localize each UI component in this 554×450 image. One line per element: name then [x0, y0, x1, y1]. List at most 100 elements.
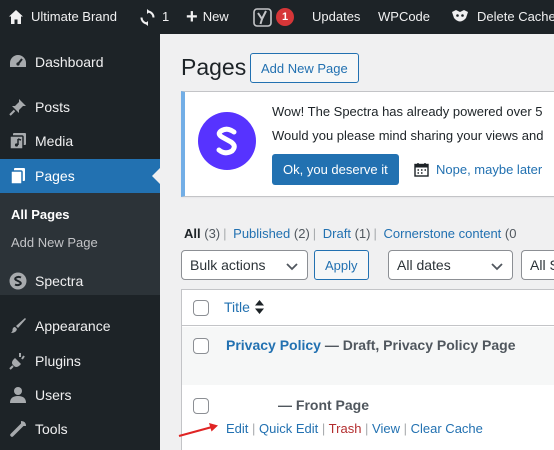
page-state: — Front Page — [278, 397, 370, 413]
filter-separator: | — [223, 226, 227, 241]
quick-edit-link[interactable]: Quick Edit — [259, 421, 318, 436]
sort-icon — [254, 300, 264, 314]
trash-link[interactable]: Trash — [329, 421, 362, 436]
spectra-logo-icon — [198, 112, 256, 170]
refresh-icon — [139, 8, 156, 26]
table-row: Privacy Policy — Draft, Privacy Policy P… — [182, 327, 554, 385]
column-title-label: Title — [224, 299, 250, 315]
menu-users-label: Users — [35, 387, 72, 403]
apply-button[interactable]: Apply — [314, 250, 369, 280]
bulk-actions-select[interactable]: Bulk actions — [181, 250, 308, 280]
bulk-actions-value: Bulk actions — [190, 257, 266, 273]
chevron-down-icon — [490, 259, 504, 276]
admin-sidebar: Dashboard Posts Media Pages All Pages Ad… — [0, 34, 160, 450]
wpcode-menu[interactable]: WPCode — [378, 0, 430, 34]
new-label: New — [202, 9, 229, 24]
yoast-icon — [253, 7, 272, 27]
wrench-icon — [8, 419, 28, 439]
filter-all[interactable]: All — [184, 226, 201, 241]
plugin-icon — [8, 351, 28, 371]
select-all-checkbox[interactable] — [193, 300, 209, 316]
seo-filter-select[interactable]: All S — [521, 250, 554, 280]
media-icon — [8, 131, 28, 151]
updates-menu[interactable]: 1 — [139, 0, 169, 34]
calendar-icon — [414, 162, 429, 177]
menu-spectra-label: Spectra — [35, 273, 84, 289]
home-icon — [8, 9, 24, 25]
menu-media-label: Media — [35, 133, 74, 149]
menu-tools[interactable]: Tools — [0, 412, 160, 446]
sort-by-title[interactable]: Title — [224, 299, 264, 315]
paintbrush-icon — [8, 316, 28, 336]
menu-appearance[interactable]: Appearance — [0, 309, 160, 343]
menu-spectra[interactable]: Spectra — [0, 264, 160, 298]
filter-draft[interactable]: Draft — [323, 226, 351, 241]
menu-media[interactable]: Media — [0, 124, 160, 158]
menu-tools-label: Tools — [35, 421, 68, 437]
spectra-review-notice: Wow! The Spectra has already powered ove… — [181, 91, 554, 197]
page-title-link[interactable]: Privacy Policy — [226, 337, 321, 353]
row-checkbox[interactable] — [193, 398, 209, 414]
cache-plugin-icon — [450, 9, 470, 25]
site-name-menu[interactable]: Ultimate Brand — [8, 0, 117, 34]
action-separator: | — [321, 421, 329, 436]
pin-icon — [8, 97, 28, 117]
date-filter-select[interactable]: All dates — [388, 250, 513, 280]
menu-plugins[interactable]: Plugins — [0, 344, 160, 378]
admin-bar: Ultimate Brand 1 + New 1 Updates WPCode … — [0, 0, 554, 34]
view-link[interactable]: View — [372, 421, 400, 436]
action-separator: | — [365, 421, 373, 436]
menu-dashboard[interactable]: Dashboard — [0, 45, 160, 79]
delete-cache-label: Delete Cache — [477, 9, 554, 24]
plus-icon: + — [186, 6, 198, 28]
yoast-menu[interactable]: 1 — [253, 0, 294, 34]
table-row: — Front Page Edit | Quick Edit | Trash |… — [182, 385, 554, 450]
add-new-page-button[interactable]: Add New Page — [250, 53, 359, 83]
notice-message-line1: Wow! The Spectra has already powered ove… — [272, 104, 543, 119]
new-content-menu[interactable]: + New — [186, 0, 229, 34]
review-accept-button[interactable]: Ok, you deserve it — [272, 154, 399, 185]
user-icon — [8, 385, 28, 405]
spectra-icon — [8, 271, 28, 291]
menu-dashboard-label: Dashboard — [35, 54, 104, 70]
notice-message-line2: Would you please mind sharing your views… — [272, 128, 544, 143]
page-title: Pages — [181, 54, 247, 80]
filter-separator: | — [373, 226, 377, 241]
filter-draft-count: (1) — [354, 226, 371, 241]
seo-filter-value: All S — [530, 257, 554, 273]
updates-label: Updates — [312, 9, 361, 24]
row-actions: Edit | Quick Edit | Trash | View | Clear… — [226, 421, 483, 436]
updates-link[interactable]: Updates — [312, 0, 360, 34]
updates-count: 1 — [162, 9, 170, 24]
pages-table: Title Privacy Policy — Draft, Privacy Po… — [181, 289, 554, 450]
site-name: Ultimate Brand — [31, 9, 117, 24]
status-filters: All (3) | Published (2) | Draft (1) | Corne… — [184, 226, 516, 241]
page-state: — Draft, Privacy Policy Page — [320, 337, 516, 353]
menu-pages[interactable]: Pages — [0, 159, 160, 193]
filter-published[interactable]: Published — [233, 226, 290, 241]
delete-cache-menu[interactable]: Delete Cache — [450, 0, 554, 34]
menu-plugins-label: Plugins — [35, 353, 81, 369]
main-content: Pages Add New Page Wow! The Spectra has … — [160, 34, 554, 450]
date-filter-value: All dates — [397, 257, 451, 273]
menu-posts-label: Posts — [35, 99, 71, 115]
row-title: — Front Page — [278, 397, 369, 413]
decline-label: Nope, maybe later — [436, 162, 543, 177]
filter-published-count: (2) — [293, 226, 310, 241]
filter-cornerstone-count: (0 — [504, 226, 517, 241]
menu-posts[interactable]: Posts — [0, 90, 160, 124]
filter-cornerstone[interactable]: Cornerstone content — [384, 226, 502, 241]
submenu-all-pages[interactable]: All Pages — [11, 207, 70, 222]
row-title: Privacy Policy — Draft, Privacy Policy P… — [226, 337, 515, 353]
menu-users[interactable]: Users — [0, 378, 160, 412]
annotation-arrow-icon — [178, 422, 220, 441]
table-header: Title — [182, 290, 554, 326]
yoast-notification-badge: 1 — [276, 8, 294, 26]
pages-icon — [8, 166, 28, 186]
chevron-down-icon — [285, 259, 299, 276]
clear-cache-link[interactable]: Clear Cache — [411, 421, 483, 436]
edit-link[interactable]: Edit — [226, 421, 248, 436]
submenu-add-new-page[interactable]: Add New Page — [11, 235, 98, 250]
review-decline-link[interactable]: Nope, maybe later — [414, 154, 542, 185]
row-checkbox[interactable] — [193, 338, 209, 354]
